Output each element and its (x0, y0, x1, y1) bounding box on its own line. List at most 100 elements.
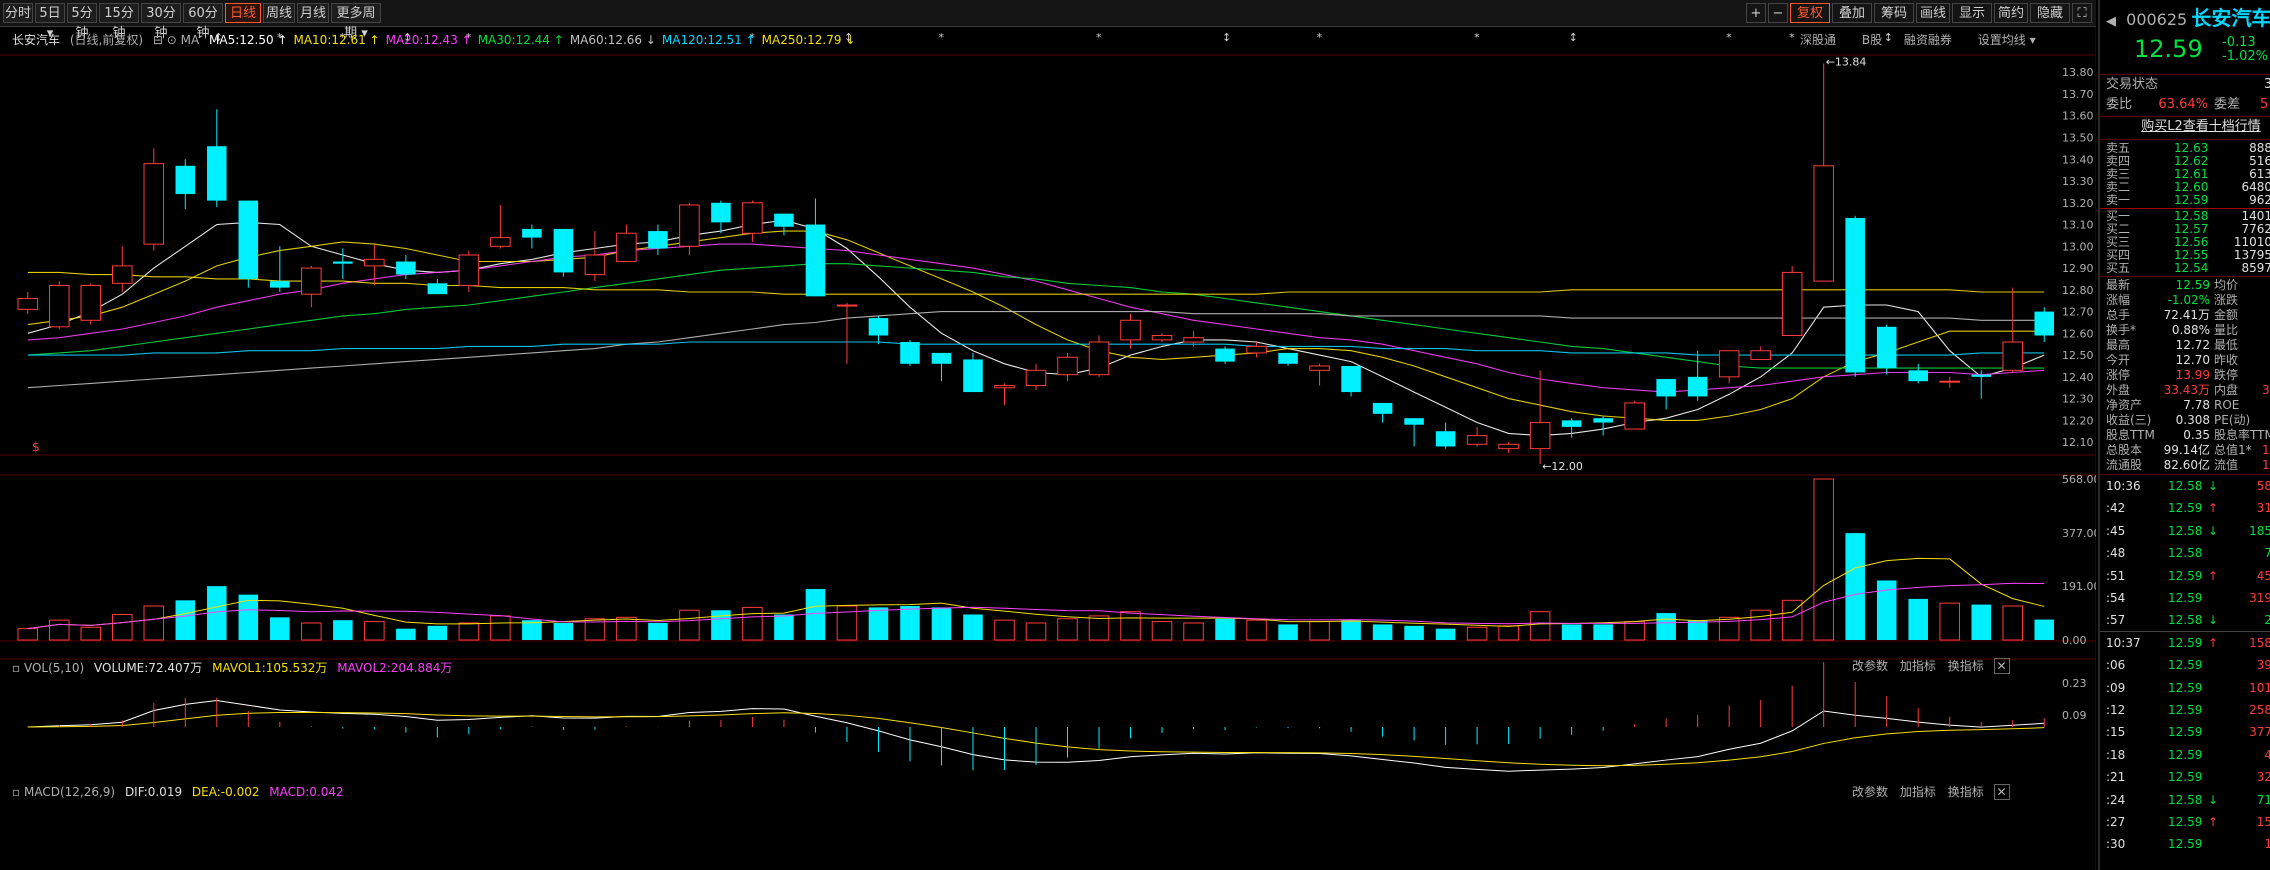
stat-value: 13.99 (2175, 368, 2210, 382)
draw-button[interactable]: 画线 (1916, 3, 1950, 23)
stat-label-2: 股息率TTM (2214, 428, 2270, 442)
fullscreen-button[interactable]: ⛶ (2072, 3, 2092, 23)
dropdown-icon[interactable]: ▾ (2030, 33, 2036, 47)
candle-body (616, 232, 637, 263)
stat-label-2: 总值1* (2214, 443, 2252, 457)
tick-volume: 319 (2249, 591, 2270, 605)
volume-bar (679, 609, 700, 641)
zoom-out-button[interactable]: − (1768, 3, 1788, 23)
vol-edit-params[interactable]: 改参数 (1852, 659, 1888, 673)
kline-chart-area[interactable]: 13.80 13.70 13.60 13.50 13.40 13.30 13.20 13.10… (0, 27, 2096, 870)
ask-row-4[interactable]: 卖一 12.59 962 (2100, 194, 2270, 207)
tick-time: :18 (2106, 747, 2126, 762)
vol-close-icon[interactable]: ✕ (1993, 658, 2010, 674)
link-margin[interactable]: 融资融券 (1904, 33, 1952, 47)
tick-time: :15 (2106, 725, 2126, 740)
volume-bar (648, 622, 668, 640)
volume-bar (553, 622, 574, 640)
volume-bar (931, 607, 952, 640)
volume-bar (1088, 615, 1110, 641)
candle-body (1813, 165, 1834, 282)
candle-body (1025, 369, 1047, 387)
volume-bar (112, 613, 133, 641)
chips-button[interactable]: 筹码 (1874, 3, 1914, 23)
book-bottom-divider (2100, 276, 2270, 277)
period-0-button[interactable]: 分时 (3, 3, 33, 23)
stat-row-5: 今开 12.70 昨收 (2100, 353, 2270, 368)
macd-collapse-icon[interactable]: ▫ (12, 785, 20, 799)
volume-bar (900, 605, 920, 640)
tick-arrow-icon: ↓ (2208, 523, 2219, 538)
stat-value-2: 1 (2262, 458, 2270, 472)
link-set-ma[interactable]: 设置均线 (1978, 33, 2026, 47)
tick-row: :30 12.59 1 (2100, 834, 2270, 854)
volume-bar (175, 600, 196, 640)
zoom-in-button[interactable]: + (1746, 3, 1766, 23)
macd-switch-indicator[interactable]: 换指标 (1948, 785, 1984, 799)
period-9-button[interactable]: 更多周期 ▾ (331, 3, 381, 41)
stat-row-3: 换手* 0.88% 量比 (2100, 323, 2270, 338)
ma-legend-5: MA120:12.51 ↑ (661, 33, 756, 47)
stat-row-12: 流通股 82.60亿 流值 1 (2100, 458, 2270, 473)
simple-button[interactable]: 简约 (1994, 3, 2028, 23)
display-button[interactable]: 显示 (1952, 3, 1992, 23)
period-1-button[interactable]: 5日 ▾ (35, 3, 65, 41)
candle-body (1908, 370, 1928, 382)
candle-body (458, 254, 480, 286)
vol-add-indicator[interactable]: 加指标 (1900, 659, 1936, 673)
stat-label: 外盘 (2106, 383, 2131, 397)
vol-collapse-icon[interactable]: ▫ (12, 661, 20, 675)
period-2-button[interactable]: 5分钟 (67, 3, 97, 41)
tick-price: 12.59 (2168, 725, 2203, 740)
adjust-button[interactable]: 复权 (1790, 3, 1830, 23)
ma-legend-0: MA5:12.50 ↑ (209, 33, 288, 47)
tick-row: :51 12.59 ↑ 45 (2100, 566, 2270, 586)
tick-price: 12.58 (2168, 479, 2203, 493)
macd-add-indicator[interactable]: 加指标 (1900, 785, 1936, 799)
period-3-button[interactable]: 15分钟 (99, 3, 139, 41)
back-icon[interactable]: ◀ (2106, 14, 2116, 29)
tick-price: 12.59 (2168, 591, 2203, 605)
candle-body (2002, 341, 2024, 371)
event-marker-8: * (1096, 31, 1102, 44)
period-4-button[interactable]: 30分钟 (141, 3, 181, 41)
tick-time: :51 (2106, 568, 2126, 583)
price-axis-label-3: 13.50 (2062, 132, 2094, 145)
overlay-button[interactable]: 叠加 (1832, 3, 1872, 23)
tick-volume: 4 (2264, 747, 2270, 762)
candle-body (1971, 374, 1991, 377)
vol-switch-indicator[interactable]: 换指标 (1948, 659, 1984, 673)
kline-chart[interactable]: 13.80 13.70 13.60 13.50 13.40 13.30 13.20 13.10… (0, 27, 2096, 870)
price-axis-label-12: 12.60 (2062, 327, 2094, 340)
macd-edit-params[interactable]: 改参数 (1852, 785, 1888, 799)
stat-value: 72.41万 (2163, 308, 2210, 322)
bid-row-4[interactable]: 买五 12.54 8597 (2100, 262, 2270, 275)
ma-line-ma30 (27, 263, 2045, 369)
hide-button[interactable]: 隐藏 (2030, 3, 2070, 23)
price-axis-label-6: 13.20 (2062, 197, 2094, 210)
candle-body (742, 202, 763, 234)
candle-body (648, 231, 668, 249)
ma-legend-3: MA30:12.44 ↑ (477, 33, 564, 47)
stat-label: 流通股 (2106, 458, 2143, 472)
period-6-button[interactable]: 日线 (225, 3, 261, 23)
period-5-button[interactable]: 60分钟 (183, 3, 223, 41)
l2-link[interactable]: 购买L2查看十档行情 (2141, 119, 2261, 134)
weibi-value: 63.64% (2158, 97, 2208, 112)
settings-icon[interactable]: ⊟ ⊙ (153, 33, 177, 47)
volume-axis-label-2: 191.00 (2062, 580, 2096, 593)
ma-line-ma10 (27, 230, 2045, 421)
macd-close-icon[interactable]: ✕ (1993, 784, 2010, 800)
volume-bar (1656, 613, 1676, 640)
link-shenggutong[interactable]: 深股通 (1800, 33, 1836, 47)
period-7-button[interactable]: 周线 (263, 3, 295, 23)
tick-time: :57 (2106, 613, 2126, 628)
ma-legend-4: MA60:12.66 ↓ (569, 33, 656, 47)
link-bshare[interactable]: B股 (1862, 33, 1882, 47)
candle-body (868, 318, 889, 336)
ma-line-ma120 (27, 341, 2045, 356)
period-8-button[interactable]: 月线 (297, 3, 329, 23)
tick-row: :06 12.59 39 (2100, 655, 2270, 675)
candle-body (2034, 311, 2055, 336)
candle-body (207, 146, 227, 201)
